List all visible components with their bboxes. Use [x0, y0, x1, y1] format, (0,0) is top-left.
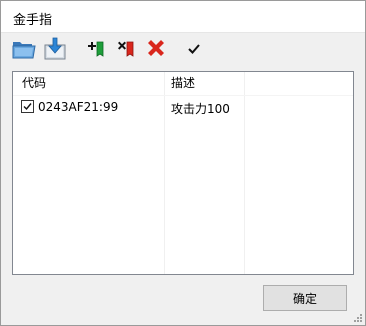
check-icon [188, 44, 200, 54]
open-button[interactable] [11, 36, 37, 62]
column-header-code[interactable]: 代码 [22, 72, 46, 94]
title-bar[interactable]: 金手指 [1, 1, 365, 33]
column-header-description[interactable]: 描述 [171, 72, 195, 94]
add-code-icon [88, 41, 104, 57]
cheat-dialog: 金手指 代码 描述 0243AF21:99 攻击力100 确定 [0, 0, 366, 326]
cheat-list[interactable]: 代码 描述 0243AF21:99 攻击力100 [12, 71, 354, 275]
header-divider [13, 95, 353, 96]
row-checkbox[interactable] [21, 100, 34, 113]
ok-button[interactable]: 确定 [263, 285, 347, 311]
window-title: 金手指 [13, 13, 53, 28]
code-cell: 0243AF21:99 [38, 100, 119, 114]
description-cell: 攻击力100 [171, 102, 230, 116]
resize-grip-icon[interactable] [353, 313, 363, 323]
delete-icon [148, 40, 164, 56]
remove-code-icon [118, 41, 134, 57]
import-icon [44, 37, 66, 60]
add-code-button[interactable] [83, 36, 109, 62]
import-button[interactable] [42, 36, 68, 62]
remove-code-button[interactable] [113, 36, 139, 62]
delete-button[interactable] [143, 36, 169, 62]
open-folder-icon [12, 42, 36, 59]
toolbar [1, 33, 365, 67]
checkmark-icon [23, 103, 32, 111]
apply-button[interactable] [181, 36, 207, 62]
list-item[interactable]: 0243AF21:99 攻击力100 [13, 97, 353, 117]
